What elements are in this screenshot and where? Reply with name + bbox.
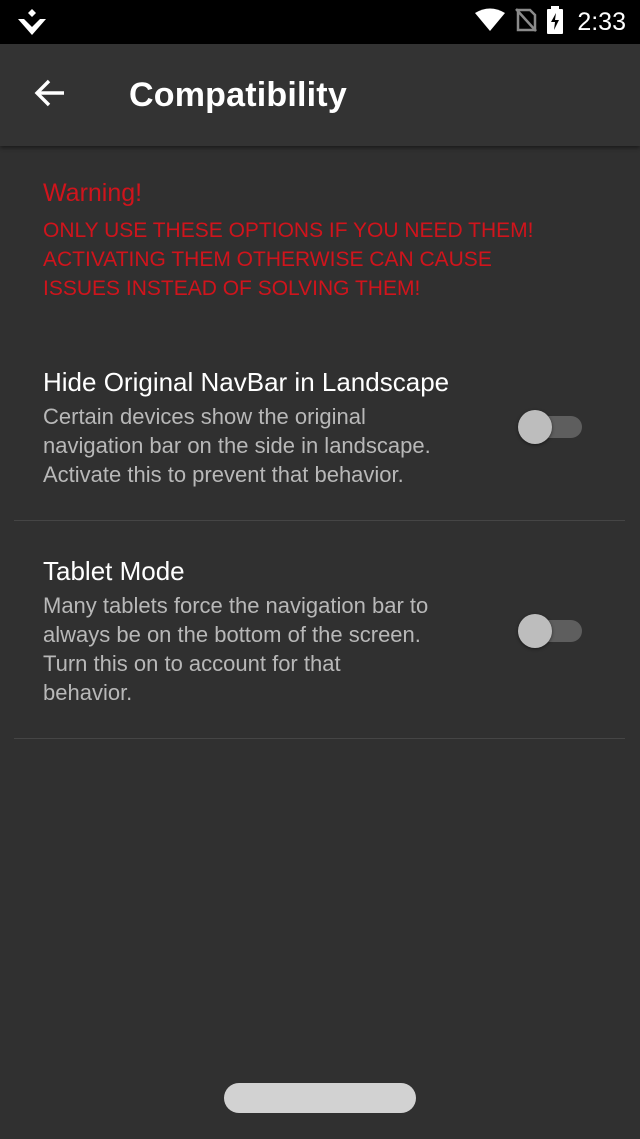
setting-hide-navbar-landscape[interactable]: Hide Original NavBar in Landscape Certai…: [0, 352, 640, 520]
switch-thumb: [518, 614, 552, 648]
setting-description: Many tablets force the navigation bar to…: [43, 591, 493, 707]
battery-charging-icon: [547, 5, 564, 39]
status-bar: 2:33: [0, 0, 640, 44]
description-line: Many tablets force the navigation bar to: [43, 593, 429, 618]
setting-title: Hide Original NavBar in Landscape: [43, 367, 450, 397]
compatibility-screen: 2:33 Compatibility Warning! ONLY USE THE…: [0, 0, 640, 1139]
description-line: Turn this on to account for that: [43, 651, 341, 676]
setting-tablet-mode[interactable]: Tablet Mode Many tablets force the navig…: [0, 541, 640, 738]
setting-title: Tablet Mode: [43, 556, 185, 586]
description-line: Certain devices show the original: [43, 404, 366, 429]
page-title: Compatibility: [129, 76, 347, 114]
setting-description: Certain devices show the original naviga…: [43, 402, 493, 489]
warning-message: Warning! ONLY USE THESE OPTIONS IF YOU N…: [43, 178, 613, 303]
divider: [14, 520, 625, 521]
description-line: navigation bar on the side in landscape.: [43, 433, 431, 458]
back-button[interactable]: [22, 71, 78, 119]
gesture-nav-handle[interactable]: [224, 1083, 416, 1113]
warning-line: ACTIVATING THEM OTHERWISE CAN CAUSE: [43, 248, 492, 271]
description-line: always be on the bottom of the screen.: [43, 622, 421, 647]
hide-navbar-landscape-switch[interactable]: [518, 410, 582, 444]
tablet-mode-switch[interactable]: [518, 614, 582, 648]
status-icons: 2:33: [475, 0, 626, 44]
warning-line: ISSUES INSTEAD OF SOLVING THEM!: [43, 277, 421, 300]
description-line: behavior.: [43, 680, 133, 705]
warning-title: Warning!: [43, 179, 143, 207]
status-time: 2:33: [577, 7, 626, 36]
setting-text: Hide Original NavBar in Landscape Certai…: [43, 366, 493, 489]
warning-line: ONLY USE THESE OPTIONS IF YOU NEED THEM!: [43, 219, 534, 242]
app-notification-icon: [18, 9, 46, 35]
arrow-back-icon: [34, 79, 66, 112]
setting-text: Tablet Mode Many tablets force the navig…: [43, 555, 493, 707]
switch-thumb: [518, 410, 552, 444]
wifi-icon: [475, 8, 506, 37]
description-line: Activate this to prevent that behavior.: [43, 462, 404, 487]
app-bar: Compatibility: [0, 44, 640, 146]
warning-body: ONLY USE THESE OPTIONS IF YOU NEED THEM!…: [43, 216, 613, 303]
divider: [14, 738, 625, 739]
no-sim-icon: [515, 7, 538, 37]
